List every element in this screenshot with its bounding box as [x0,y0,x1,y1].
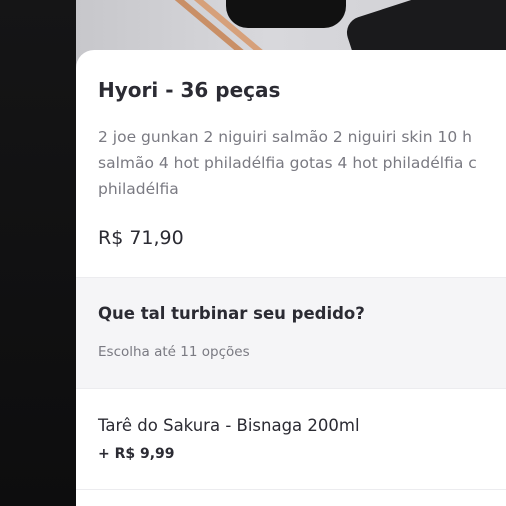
sushi-tray-graphic [226,0,346,28]
description-line: 2 joe gunkan 2 niguiri salmão 2 niguiri … [98,128,472,146]
product-title: Hyori - 36 peças [98,78,281,102]
addons-subtitle: Escolha até 11 opções [98,344,250,360]
product-detail-sheet: Hyori - 36 peças 2 joe gunkan 2 niguiri … [76,50,506,506]
product-description: 2 joe gunkan 2 niguiri salmão 2 niguiri … [98,124,506,202]
addon-item-name: Tarê do Sakura - Bisnaga 200ml [98,416,360,435]
addon-item-price: + R$ 9,99 [98,446,175,462]
description-line: salmão 4 hot philadélfia gotas 4 hot phi… [98,154,477,172]
dimmed-backdrop[interactable] [0,0,76,506]
product-price: R$ 71,90 [98,227,184,249]
divider [76,489,506,490]
addons-title: Que tal turbinar seu pedido? [98,304,365,323]
addon-item[interactable]: Tarê do Sakura - Bisnaga 200ml + R$ 9,99 [76,389,506,489]
addons-section-header: Que tal turbinar seu pedido? Escolha até… [76,278,506,388]
description-line: philadélfia [98,180,179,198]
